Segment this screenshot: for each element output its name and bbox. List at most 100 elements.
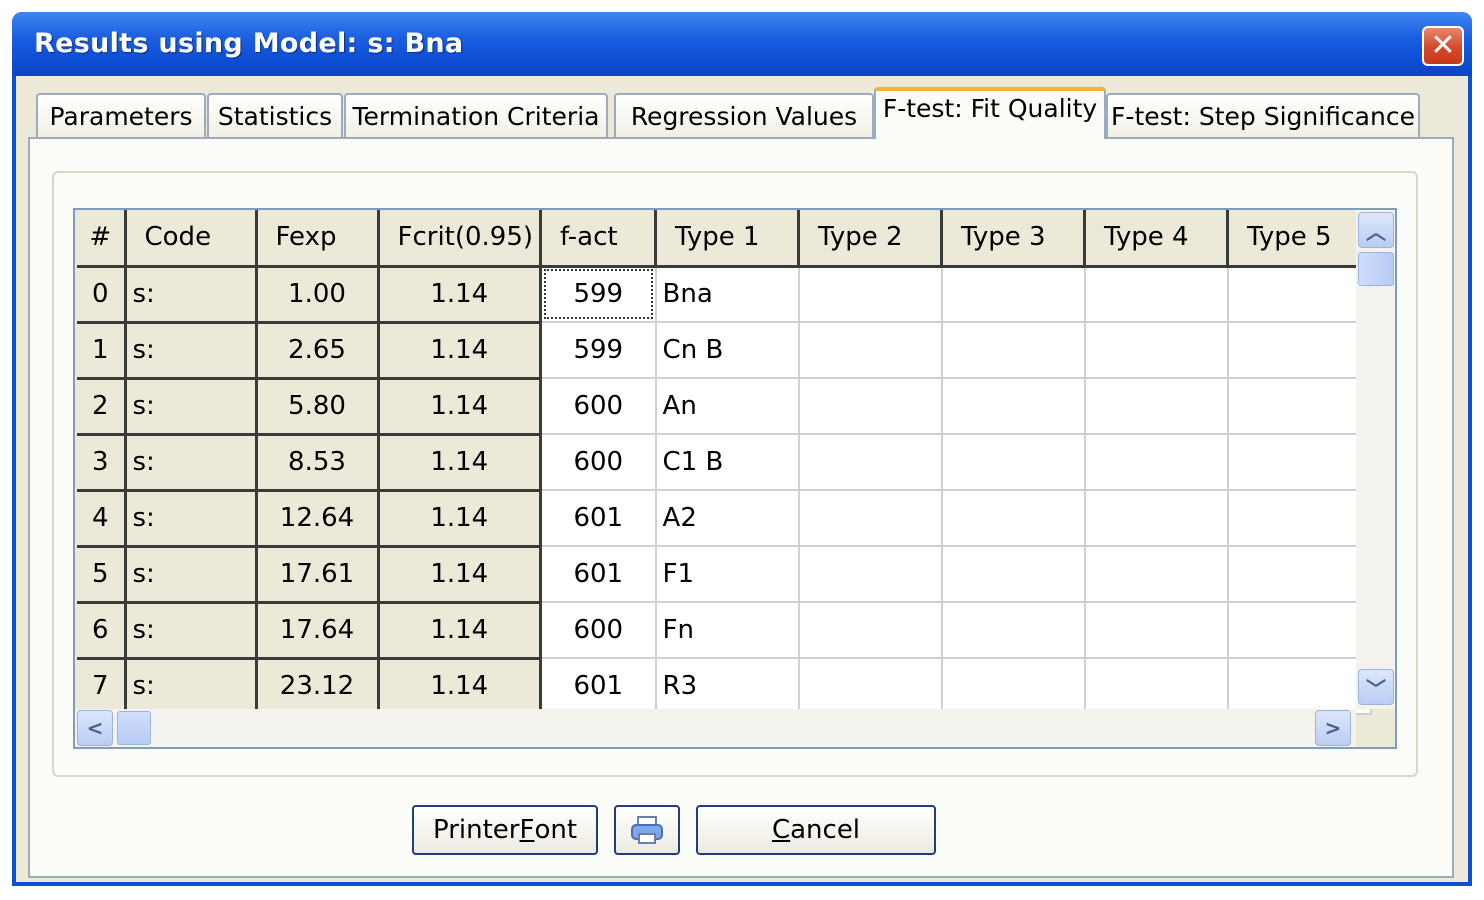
scroll-down-button[interactable]: ﹀ (1358, 669, 1394, 705)
cell-type-1[interactable]: F1 (655, 546, 800, 603)
cell-type-2[interactable] (798, 658, 943, 715)
scroll-left-button[interactable]: < (77, 710, 113, 746)
tab-parameters[interactable]: Parameters (36, 93, 206, 137)
cell-type-3[interactable] (941, 378, 1086, 435)
cell-index[interactable]: 4 (77, 490, 127, 548)
table-row[interactable]: 0 s: 1.00 1.14 599 Bna (77, 266, 1372, 324)
cell-type-2[interactable] (798, 546, 943, 603)
cell-type-4[interactable] (1084, 266, 1229, 323)
cell-type-5[interactable] (1227, 322, 1372, 379)
cell-type-4[interactable] (1084, 602, 1229, 659)
tab-f-test-fit-quality[interactable]: F-test: Fit Quality (874, 87, 1106, 139)
column-header-code[interactable]: Code (125, 210, 258, 268)
cell-fcrit[interactable]: 1.14 (378, 434, 543, 492)
cell-code[interactable]: s: (125, 322, 258, 380)
cell-type-5[interactable] (1227, 378, 1372, 435)
cell-f-act[interactable]: 600 (540, 434, 657, 491)
horizontal-scroll-thumb[interactable] (117, 711, 151, 745)
cell-code[interactable]: s: (125, 658, 258, 716)
vertical-scroll-thumb[interactable] (1358, 252, 1394, 286)
cell-fexp[interactable]: 12.64 (256, 490, 380, 548)
cell-type-2[interactable] (798, 378, 943, 435)
cell-index[interactable]: 1 (77, 322, 127, 380)
cell-type-5[interactable] (1227, 602, 1372, 659)
cell-code[interactable]: s: (125, 602, 258, 660)
cell-type-2[interactable] (798, 266, 943, 323)
cell-code[interactable]: s: (125, 490, 258, 548)
cell-fcrit[interactable]: 1.14 (378, 490, 543, 548)
cell-type-4[interactable] (1084, 434, 1229, 491)
cell-index[interactable]: 0 (77, 266, 127, 324)
cell-index[interactable]: 6 (77, 602, 127, 660)
cell-type-3[interactable] (941, 490, 1086, 547)
cell-index[interactable]: 7 (77, 658, 127, 716)
column-header-type-2[interactable]: Type 2 (798, 210, 944, 268)
cell-fcrit[interactable]: 1.14 (378, 266, 543, 324)
cell-type-1[interactable]: Cn B (655, 322, 800, 379)
cell-type-3[interactable] (941, 546, 1086, 603)
scroll-up-button[interactable]: ︿ (1358, 212, 1394, 248)
cell-type-2[interactable] (798, 490, 943, 547)
cell-code[interactable]: s: (125, 434, 258, 492)
cell-type-4[interactable] (1084, 546, 1229, 603)
cell-type-5[interactable] (1227, 490, 1372, 547)
column-header-type-3[interactable]: Type 3 (941, 210, 1087, 268)
close-button[interactable]: ✕ (1422, 26, 1464, 66)
cell-fexp[interactable]: 17.64 (256, 602, 380, 660)
cell-type-5[interactable] (1227, 546, 1372, 603)
cell-fexp[interactable]: 17.61 (256, 546, 380, 604)
cell-type-1[interactable]: Bna (655, 266, 800, 323)
cell-type-1[interactable]: A2 (655, 490, 800, 547)
cell-f-act[interactable]: 600 (540, 602, 657, 659)
cell-type-2[interactable] (798, 322, 943, 379)
cell-fcrit[interactable]: 1.14 (378, 378, 543, 436)
cell-f-act[interactable]: 599 (540, 266, 657, 323)
table-row[interactable]: 3 s: 8.53 1.14 600 C1 B (77, 434, 1372, 492)
cell-type-3[interactable] (941, 434, 1086, 491)
cell-fexp[interactable]: 5.80 (256, 378, 380, 436)
table-row[interactable]: 2 s: 5.80 1.14 600 An (77, 378, 1372, 436)
cell-type-2[interactable] (798, 434, 943, 491)
cell-code[interactable]: s: (125, 546, 258, 604)
cell-f-act[interactable]: 601 (540, 490, 657, 547)
cell-fexp[interactable]: 8.53 (256, 434, 380, 492)
print-button[interactable] (614, 805, 680, 855)
results-grid[interactable]: # Code Fexp Fcrit(0.95) f-act Type 1 Typ… (73, 208, 1397, 749)
column-header-f-act[interactable]: f-act (540, 210, 658, 268)
column-header-fcrit[interactable]: Fcrit(0.95) (378, 210, 543, 268)
cell-type-1[interactable]: An (655, 378, 800, 435)
cell-fexp[interactable]: 23.12 (256, 658, 380, 716)
tab-regression-values[interactable]: Regression Values (614, 93, 874, 137)
cell-f-act[interactable]: 601 (540, 658, 657, 715)
cell-code[interactable]: s: (125, 266, 258, 324)
cell-type-2[interactable] (798, 602, 943, 659)
vertical-scrollbar[interactable]: ︿ ﹀ (1356, 210, 1395, 709)
table-row[interactable]: 5 s: 17.61 1.14 601 F1 (77, 546, 1372, 604)
column-header-type-5[interactable]: Type 5 (1227, 210, 1373, 268)
cell-type-4[interactable] (1084, 658, 1229, 715)
cell-type-5[interactable] (1227, 658, 1372, 715)
tab-termination-criteria[interactable]: Termination Criteria (344, 93, 608, 137)
cell-type-1[interactable]: R3 (655, 658, 800, 715)
cell-type-4[interactable] (1084, 490, 1229, 547)
cell-type-3[interactable] (941, 602, 1086, 659)
cell-fcrit[interactable]: 1.14 (378, 658, 543, 716)
scroll-right-button[interactable]: > (1315, 710, 1351, 746)
cell-fcrit[interactable]: 1.14 (378, 602, 543, 660)
cell-index[interactable]: 3 (77, 434, 127, 492)
cell-fcrit[interactable]: 1.14 (378, 322, 543, 380)
cell-f-act[interactable]: 601 (540, 546, 657, 603)
cell-type-1[interactable]: C1 B (655, 434, 800, 491)
cancel-button[interactable]: Cancel (696, 805, 936, 855)
table-row[interactable]: 6 s: 17.64 1.14 600 Fn (77, 602, 1372, 660)
title-bar[interactable]: Results using Model: s: Bna ✕ (12, 12, 1472, 76)
tab-statistics[interactable]: Statistics (207, 93, 343, 137)
cell-index[interactable]: 2 (77, 378, 127, 436)
cell-type-3[interactable] (941, 322, 1086, 379)
printer-font-button[interactable]: Printer Font (412, 805, 598, 855)
table-row[interactable]: 1 s: 2.65 1.14 599 Cn B (77, 322, 1372, 380)
cell-type-3[interactable] (941, 266, 1086, 323)
cell-index[interactable]: 5 (77, 546, 127, 604)
cell-f-act[interactable]: 599 (540, 322, 657, 379)
column-header-fexp[interactable]: Fexp (256, 210, 380, 268)
